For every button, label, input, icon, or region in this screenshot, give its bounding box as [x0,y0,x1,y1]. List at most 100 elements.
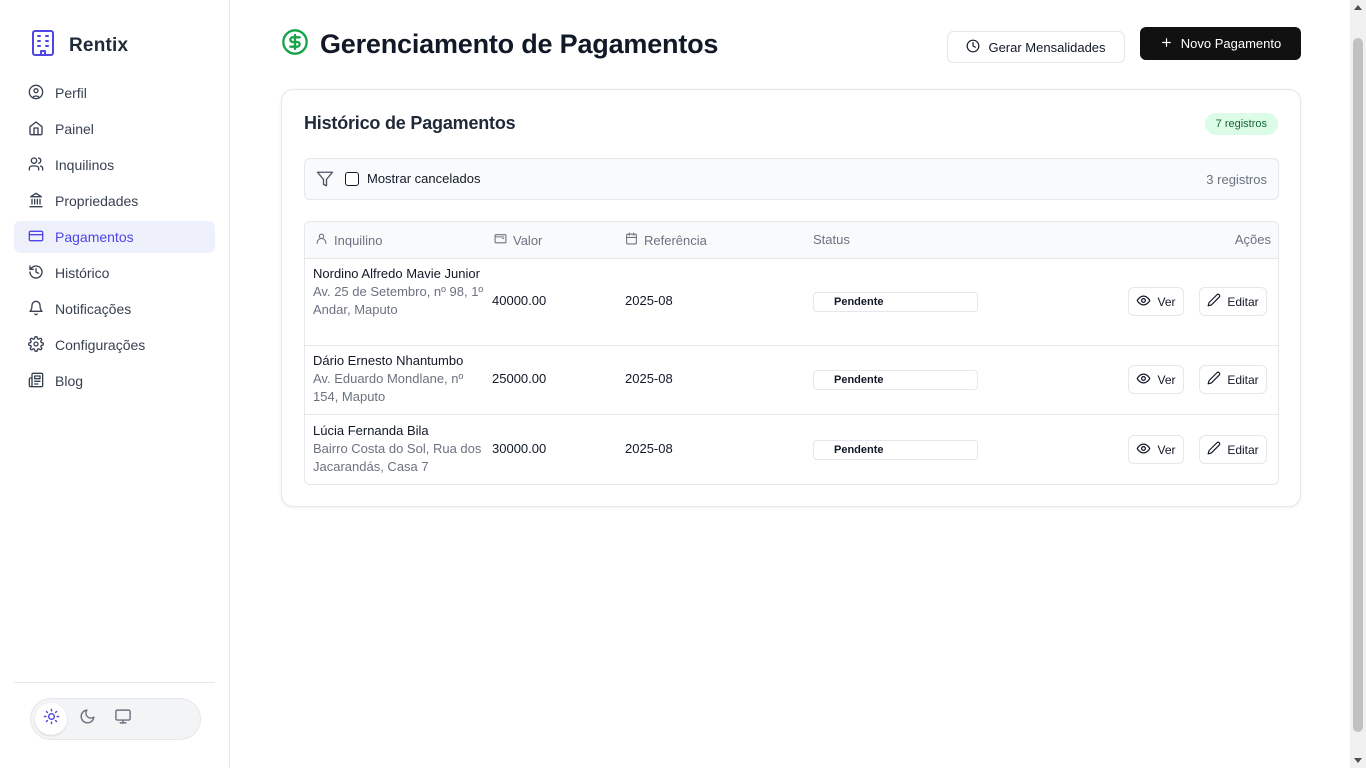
show-cancelled-label[interactable]: Mostrar cancelados [367,171,480,186]
tenant-address: Bairro Costa do Sol, Rua dos Jacarandás,… [313,441,482,474]
table-row: Nordino Alfredo Mavie Junior Av. 25 de S… [305,259,1278,346]
wallet-icon [494,232,507,248]
brand[interactable]: Rentix [30,29,128,62]
scrollbar-thumb[interactable] [1353,38,1363,732]
sidebar-item-pagamentos[interactable]: Pagamentos [14,221,215,253]
filter-icon[interactable] [316,170,334,193]
table-header: Inquilino Valor Referência Status Ações [305,222,1278,259]
history-icon [28,264,44,283]
sidebar-item-label: Perfil [55,85,87,101]
eye-icon [1136,293,1151,311]
calendar-icon [625,232,638,248]
view-button[interactable]: Ver [1128,365,1184,394]
sidebar-item-propriedades[interactable]: Propriedades [14,185,215,217]
view-button[interactable]: Ver [1128,287,1184,316]
view-button-label: Ver [1157,372,1176,387]
edit-button-label: Editar [1227,442,1259,457]
moon-icon [79,708,96,730]
pencil-icon [1207,293,1221,310]
sidebar-item-label: Blog [55,373,84,389]
column-header-tenant-label: Inquilino [334,232,383,248]
edit-button[interactable]: Editar [1199,435,1267,464]
table-row: Lúcia Fernanda Bila Bairro Costa do Sol,… [305,415,1278,484]
payment-value: 40000.00 [492,293,547,308]
payment-reference: 2025-08 [625,293,673,308]
records-count-badge: 7 registros [1204,113,1278,135]
column-header-status: Status [813,232,850,247]
sidebar-divider [14,682,215,683]
sidebar-item-perfil[interactable]: Perfil [14,77,215,109]
edit-button[interactable]: Editar [1199,287,1267,316]
column-header-value-label: Valor [513,232,543,248]
scroll-up-arrow-icon[interactable] [1354,5,1362,10]
payment-value: 30000.00 [492,441,547,456]
sidebar: Rentix Perfil Painel Inquilinos Propried… [0,0,230,768]
page-scrollbar[interactable] [1350,0,1366,768]
view-button[interactable]: Ver [1128,435,1184,464]
status-badge: Pendente [813,370,978,390]
card-title: Histórico de Pagamentos [304,113,516,133]
sidebar-item-blog[interactable]: Blog [14,365,215,397]
sun-icon [43,708,60,730]
column-header-tenant: Inquilino [315,232,382,248]
sidebar-item-historico[interactable]: Histórico [14,257,215,289]
sidebar-item-painel[interactable]: Painel [14,113,215,145]
newspaper-icon [28,372,44,391]
tenant-name: Dário Ernesto Nhantumbo [313,353,464,368]
column-header-status-label: Status [813,232,850,247]
sidebar-item-inquilinos[interactable]: Inquilinos [14,149,215,181]
sidebar-nav: Perfil Painel Inquilinos Propriedades Pa… [14,77,215,401]
building-icon [30,29,56,62]
home-icon [28,120,44,139]
sidebar-item-label: Painel [55,121,94,137]
plus-icon [1160,36,1173,52]
sidebar-item-configuracoes[interactable]: Configurações [14,329,215,361]
new-payment-button[interactable]: Novo Pagamento [1140,27,1301,60]
generate-monthly-button[interactable]: Gerar Mensalidades [947,31,1125,63]
tenant-name: Lúcia Fernanda Bila [313,423,429,438]
scroll-down-arrow-icon[interactable] [1354,758,1362,763]
status-badge: Pendente [813,292,978,312]
sidebar-item-label: Propriedades [55,193,139,209]
eye-icon [1136,371,1151,389]
view-button-label: Ver [1157,294,1176,309]
clock-icon [966,39,980,56]
status-badge: Pendente [813,440,978,460]
column-header-reference-label: Referência [644,232,707,248]
tenant-address: Av. 25 de Setembro, nº 98, 1º Andar, Map… [313,284,484,317]
theme-dark-button[interactable] [71,703,103,735]
payment-reference: 2025-08 [625,371,673,386]
edit-button[interactable]: Editar [1199,365,1267,394]
generate-monthly-label: Gerar Mensalidades [988,39,1106,55]
users-icon [28,156,44,175]
monitor-icon [114,708,132,730]
gear-icon [28,335,44,355]
tenant-cell: Nordino Alfredo Mavie Junior Av. 25 de S… [313,265,485,319]
payments-history-card: Histórico de Pagamentos 7 registros Most… [281,89,1301,507]
payment-reference: 2025-08 [625,441,673,456]
page-title: Gerenciamento de Pagamentos [320,29,719,59]
show-cancelled-checkbox[interactable] [345,172,359,186]
column-header-actions: Ações [1235,232,1271,247]
theme-system-button[interactable] [107,703,139,735]
tenant-cell: Lúcia Fernanda Bila Bairro Costa do Sol,… [313,422,485,476]
table-row: Dário Ernesto Nhantumbo Av. Eduardo Mond… [305,346,1278,415]
bank-icon [28,192,44,211]
pencil-icon [1207,441,1221,458]
theme-toggle [30,698,201,740]
sidebar-item-label: Pagamentos [55,229,134,245]
pencil-icon [1207,371,1221,388]
tenant-name: Nordino Alfredo Mavie Junior [313,266,480,281]
dollar-circle-icon [281,28,309,61]
column-header-reference: Referência [625,232,707,248]
filter-bar: Mostrar cancelados 3 registros [304,158,1279,200]
edit-button-label: Editar [1227,372,1259,387]
tenant-address: Av. Eduardo Mondlane, nº 154, Maputo [313,371,464,404]
sidebar-item-label: Notificações [55,301,132,317]
filtered-count: 3 registros [1206,172,1267,187]
sidebar-item-label: Histórico [55,265,110,281]
column-header-actions-label: Ações [1234,232,1271,247]
sidebar-item-notificacoes[interactable]: Notificações [14,293,215,325]
user-icon [315,232,328,248]
theme-light-button[interactable] [35,703,67,735]
